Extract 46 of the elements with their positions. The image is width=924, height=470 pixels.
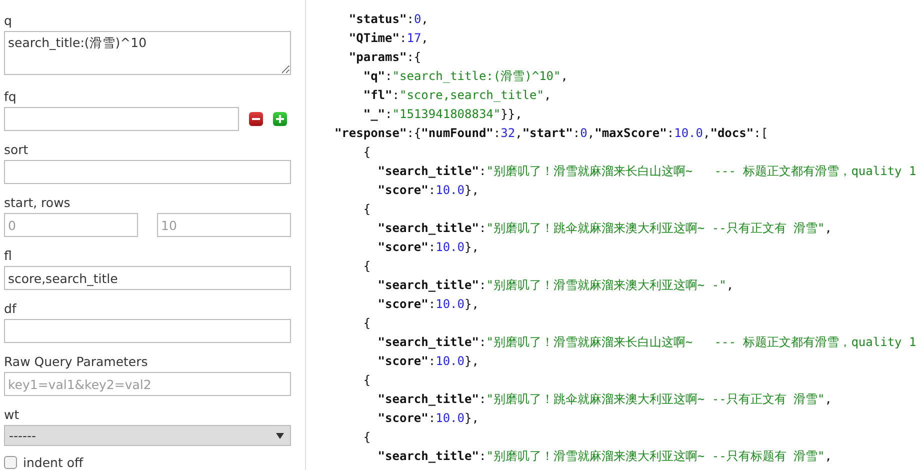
code-line: "score":10.0}, [376, 410, 479, 427]
field-label: df [4, 301, 18, 317]
code-line: "score":10.0}, [376, 296, 479, 313]
code-line: "status":0, [348, 11, 428, 28]
code-line: "search_title":"别磨叽了！滑雪就麻溜来长白山这啊~ --- 标题正文都有滑雪，quality 1 [376, 163, 916, 180]
code-line: "score":10.0}, [376, 182, 479, 199]
field-label: sort [4, 142, 30, 158]
code-line: { [362, 201, 371, 218]
add-icon[interactable] [273, 112, 287, 126]
code-line: "_":"1513941808834"}}, [362, 106, 522, 123]
field-label: fq [4, 89, 18, 105]
code-line: { [362, 429, 371, 446]
text-field[interactable] [4, 107, 239, 131]
dropdown[interactable]: ------ [4, 425, 291, 446]
code-line: { [362, 372, 371, 389]
number-field[interactable]: 10 [157, 213, 291, 237]
code-line: "score":10.0}, [376, 239, 479, 256]
text-field[interactable]: score,search_title [4, 266, 291, 290]
field-label: Raw Query Parameters [4, 354, 149, 370]
code-line: "fl":"score,search_title", [362, 87, 552, 104]
number-field[interactable]: 0 [4, 213, 138, 237]
text-field[interactable] [4, 160, 291, 184]
code-line: "search_title":"别磨叽了！滑雪就麻溜来长白山这啊~ --- 标题正文都有滑雪，quality 1 [376, 334, 916, 351]
remove-icon[interactable] [249, 112, 263, 126]
code-line: { [362, 258, 371, 275]
checkbox-label: indent off [23, 454, 84, 470]
code-line: "search_title":"别磨叽了！跳伞就麻溜来澳大利亚这啊~ --只有正文有 滑雪", [376, 391, 832, 408]
dropdown-arrow-icon [276, 432, 284, 438]
code-line: { [362, 144, 371, 161]
code-line: "search_title":"别磨叽了！滑雪就麻溜来澳大利亚这啊~ --只有标题有 滑雪", [376, 448, 832, 465]
text-field[interactable]: key1=val1&key2=val2 [4, 372, 291, 396]
text-field[interactable] [4, 319, 291, 343]
code-line: "score":10.0}, [376, 353, 479, 370]
code-line: { [362, 315, 371, 332]
field-label: start, rows [4, 195, 72, 211]
checkbox[interactable] [4, 456, 17, 468]
code-line: "search_title":"别磨叽了！跳伞就麻溜来澳大利亚这啊~ --只有正文有 滑雪", [376, 220, 832, 237]
field-label: wt [4, 407, 20, 423]
code-line: "params":{ [348, 49, 422, 66]
code-line: "response":{"numFound":32,"start":0,"maxScore":10.0,"docs":[ [333, 125, 768, 142]
query-textarea[interactable]: search_title:(滑雪)^10 [4, 31, 291, 75]
code-line: "QTime":17, [348, 30, 428, 47]
field-label: q [4, 13, 13, 29]
code-line: "search_title":"别磨叽了！滑雪就麻溜来澳大利亚这啊~ -", [376, 277, 734, 294]
field-label: fl [4, 248, 13, 264]
code-line: "q":"search_title:(滑雪)^10", [362, 68, 568, 85]
